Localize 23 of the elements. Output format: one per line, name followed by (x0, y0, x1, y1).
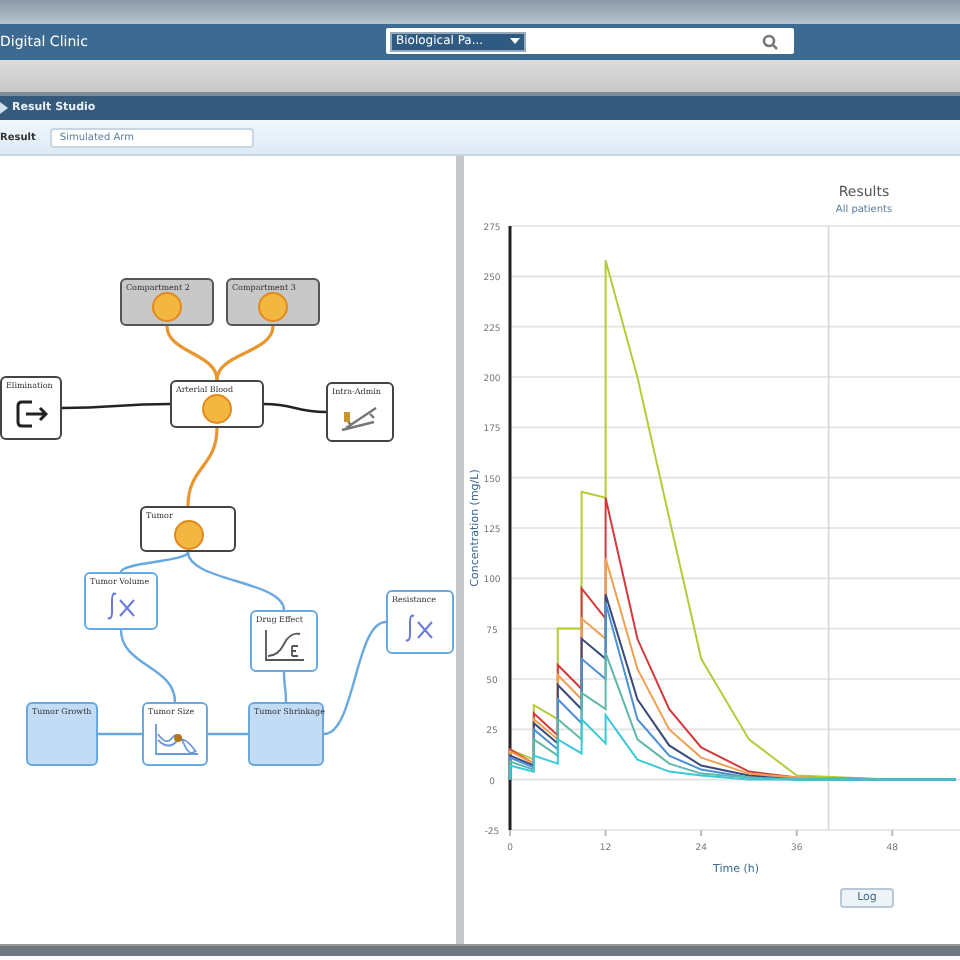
agent-circle-icon (152, 292, 182, 322)
agent-circle-icon (202, 394, 232, 424)
connector-curve (119, 629, 177, 703)
exit-icon (15, 399, 47, 427)
syringe-icon (338, 403, 382, 431)
agent-circle-icon (173, 519, 203, 549)
integral-icon (402, 613, 438, 641)
agent-circle-icon (258, 292, 288, 322)
connector-curve (323, 620, 387, 736)
connector-curve (165, 325, 219, 381)
connector-curve (282, 672, 288, 702)
caret-icon (510, 38, 520, 44)
connector-line (263, 402, 327, 414)
panel-icon (0, 102, 8, 114)
integral-icon (103, 592, 139, 620)
connector-curve (215, 325, 275, 381)
connector-curve (186, 427, 219, 507)
connector-curve (98, 732, 142, 736)
connector-line (62, 402, 170, 410)
trend-chart-icon (151, 721, 199, 757)
search-icon[interactable] (762, 32, 780, 50)
sigmoid-chart-icon (262, 628, 306, 664)
connector-curve (208, 732, 248, 736)
